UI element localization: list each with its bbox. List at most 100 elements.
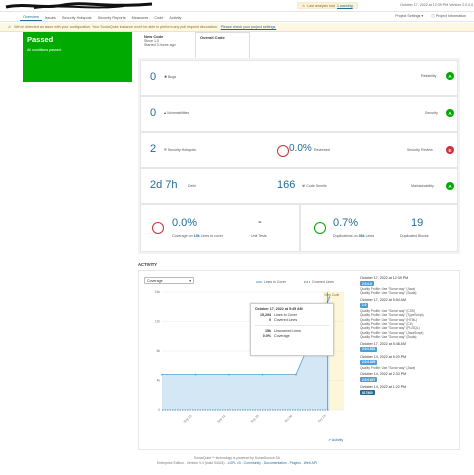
chart-tooltip: October 17, 2022 at 5:45 AM 15,294 Lines …	[250, 303, 334, 356]
x-tick-label: Oct 06	[284, 414, 294, 424]
duplications-value[interactable]: 0.7%	[333, 217, 358, 229]
footer-community-link[interactable]: Community	[244, 461, 261, 465]
tab-overall-code[interactable]: Overall Code	[195, 32, 250, 58]
x-tick-label: Sep 15	[183, 414, 193, 424]
code-smells-label: ☢︎ Code Smells	[302, 184, 327, 188]
vulnerabilities-value[interactable]: 0	[150, 107, 156, 119]
maintainability-label: Maintainability	[411, 184, 434, 188]
new-code-label: New Code	[324, 293, 339, 297]
code-smells-value[interactable]: 166	[277, 179, 295, 191]
security-rating[interactable]: A	[446, 109, 454, 117]
shield-icon: ⛨	[164, 148, 167, 152]
bugs-card	[140, 60, 458, 96]
coverage-value[interactable]: 0.0%	[172, 217, 197, 229]
lock-icon: 🔒︎	[164, 111, 166, 115]
debt-value[interactable]: 2d 7h	[150, 179, 178, 191]
y-tick-label: 4k	[157, 379, 161, 383]
activity-link[interactable]: ↗ Activity	[328, 438, 343, 442]
x-tick-label: Sep 29	[250, 414, 260, 424]
duplications-circle-icon	[314, 222, 326, 234]
tab-overview[interactable]: Overview	[20, 14, 42, 21]
maintainability-rating[interactable]: A	[446, 182, 454, 190]
footer-docs-link[interactable]: Documentation	[264, 461, 287, 465]
legend-covered-lines: Covered Lines	[304, 280, 334, 284]
project-settings-link[interactable]: Please check your project settings.	[221, 25, 277, 29]
tab-activity[interactable]: Activity	[166, 14, 184, 21]
version-badge: 2.0.0.629	[360, 359, 378, 365]
event-quality-profile: Quality Profile: Use "Sonar way" (Scala)	[360, 335, 417, 340]
tooltip-row: 15,294 Lines to Cover	[260, 312, 298, 317]
smell-icon: ☢︎	[302, 184, 306, 188]
project-information-link[interactable]: ⓘ Project Information	[431, 14, 466, 19]
analysis-warning[interactable]: ⚠ Last analysis had 1 warning	[297, 2, 358, 9]
debt-label: Debt	[188, 184, 196, 188]
footer-version: Version 9.4 (build 54424)	[186, 461, 225, 465]
tab-code[interactable]: Code	[151, 14, 166, 21]
event-date: October 17, 2022 at 5:54 AM	[360, 297, 406, 302]
tab-security-hotspots[interactable]: Security Hotspots	[59, 14, 95, 21]
footer-api-link[interactable]: Web API	[304, 461, 317, 465]
bugs-value[interactable]: 0	[150, 71, 156, 83]
footer-license-link[interactable]: LGPL v3	[228, 461, 241, 465]
coverage-label: Coverage on 15k Lines to cover	[172, 234, 223, 238]
vulnerabilities-label: 🔒︎ Vulnerabilities	[164, 111, 190, 115]
lines-to-cover-link[interactable]: 15k	[194, 234, 200, 238]
legend-lines-to-cover: Lines to Cover	[256, 280, 286, 284]
coverage-circle-icon	[152, 222, 164, 234]
event-date: October 17, 2022 at 5:48 AM	[360, 341, 406, 346]
nav-tabs: Overview Issues Security Hotspots Security …	[20, 14, 184, 21]
security-label: Security	[425, 111, 438, 115]
tab-measures[interactable]: Measures	[129, 14, 152, 21]
banner-text: We've detected an issue with your config…	[14, 25, 218, 29]
graph-type-select[interactable]: Coverage ▾	[144, 277, 194, 284]
activity-events: October 17, 2022 at 12:39 PM 2.0.0.0 Quali…	[360, 276, 460, 398]
tab-issues[interactable]: Issues	[42, 14, 59, 21]
coverage-card	[140, 204, 300, 252]
version-badge: 2.0.0.0	[360, 281, 374, 286]
tooltip-row: 0 Covered Lines	[269, 318, 298, 322]
data-point	[328, 296, 331, 299]
warning-link[interactable]: 1 warning	[337, 4, 353, 8]
bug-icon: ✱	[164, 75, 168, 79]
reliability-rating[interactable]: A	[446, 72, 454, 80]
hotspots-value[interactable]: 2	[150, 143, 156, 155]
analysis-date: October 17, 2022 at 12:39 PM	[400, 3, 449, 7]
quality-gate-status: Passed All conditions passed.	[23, 32, 132, 82]
warning-icon: ⚠	[302, 3, 306, 8]
activity-title: ACTIVITY	[138, 262, 158, 267]
security-review-rating[interactable]: E	[446, 146, 454, 154]
duplicated-blocks-value[interactable]: 19	[411, 217, 423, 229]
event-date: October 17, 2022 at 12:39 PM	[360, 276, 409, 280]
code-tabs: New Code Since 1.0 Started 3 hours ago O…	[140, 32, 460, 58]
security-review-label: Security Review	[407, 148, 433, 152]
tab-new-code[interactable]: New Code Since 1.0 Started 3 hours ago	[140, 32, 195, 58]
trend-icon: ↗	[328, 438, 332, 442]
warning-text: Last analysis had	[307, 3, 336, 8]
unit-tests-value[interactable]: -	[258, 216, 262, 228]
activity-event: October 17, 2022 at 5:54 AM 1.0 Quality Pr…	[360, 298, 460, 340]
event-quality-profile: Quality Profile: Use "Sonar way" (Scala)	[360, 291, 417, 296]
redacted-project-name	[5, 2, 153, 9]
warning-icon: ⚠	[8, 25, 12, 29]
version-badge: 2.0.0.631	[360, 346, 378, 352]
duplications-label: Duplications on 36k Lines	[333, 234, 375, 238]
duplications-lines-link[interactable]: 36k	[359, 234, 365, 238]
tooltip-date: October 17, 2022 at 5:45 AM	[255, 307, 303, 311]
config-warning-banner: ⚠ We've detected an issue with your conf…	[0, 23, 474, 32]
tab-security-reports[interactable]: Security Reports	[95, 14, 129, 21]
footer-plugins-link[interactable]: Plugins	[290, 461, 301, 465]
data-point	[161, 373, 163, 376]
project-settings-menu[interactable]: Project Settings ▾	[395, 14, 423, 19]
footer-edition: Enterprise Edition	[157, 461, 184, 465]
y-tick-label: 8k	[157, 349, 161, 353]
activity-event: October 17, 2022 at 12:39 PM 2.0.0.0 Quali…	[360, 276, 460, 296]
event-quality-profile: Quality Profile: Use "Sonar way" (Java)	[360, 365, 416, 370]
info-icon: ⓘ	[431, 14, 435, 18]
y-tick-label: 12k	[155, 320, 161, 324]
footer: SonarQube™ technology is powered by Sona…	[0, 456, 474, 466]
event-date: October 14, 2022 at 1:22 PM	[360, 385, 407, 390]
reviewed-value[interactable]: 0.0%	[289, 143, 312, 154]
activity-event: October 14, 2022 at 5:20 PM 2.0.0.629 Qual…	[360, 355, 460, 370]
data-point	[228, 373, 230, 376]
bugs-label: ✱ Bugs	[164, 75, 177, 79]
